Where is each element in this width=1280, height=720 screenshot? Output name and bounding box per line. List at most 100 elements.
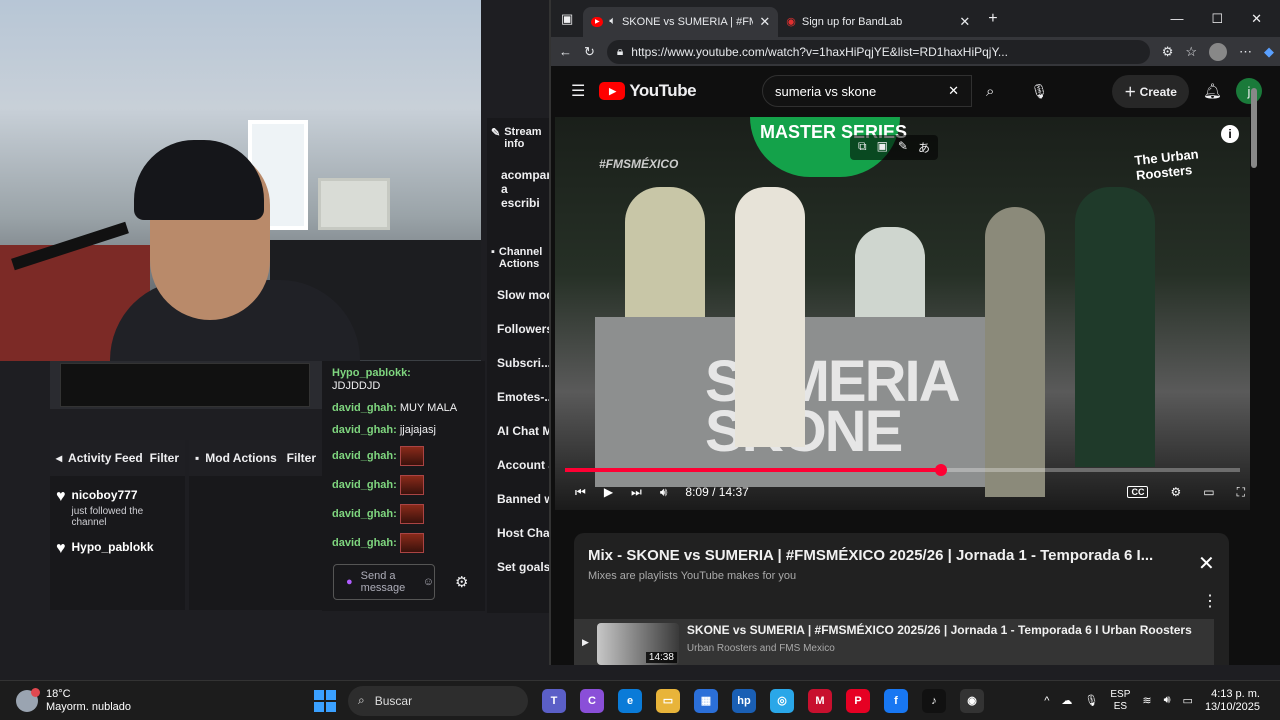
- playlist-title[interactable]: Mix - SKONE vs SUMERIA | #FMSMÉXICO 2025…: [588, 547, 1178, 564]
- slow-mode-item[interactable]: Slow mode: [487, 278, 550, 312]
- notes-icon[interactable]: ✎: [898, 139, 908, 156]
- language-indicator[interactable]: ESP ES: [1110, 689, 1130, 713]
- feed-item[interactable]: ♥ nicoboy777 just followed the channel: [50, 476, 185, 528]
- set-goals-item[interactable]: Set goals: [487, 550, 550, 584]
- banned-words-item[interactable]: Banned w: [487, 482, 550, 516]
- reload-icon[interactable]: ↻: [584, 44, 595, 60]
- next-icon[interactable]: ⏭: [631, 485, 642, 500]
- chat-user[interactable]: david_ghah:: [332, 450, 397, 462]
- progress-bar[interactable]: [565, 464, 1240, 476]
- voice-search-icon[interactable]: 🎙︎: [1030, 83, 1048, 100]
- cloud-icon[interactable]: ☁: [1061, 694, 1072, 707]
- teams-icon[interactable]: T: [542, 688, 566, 713]
- profile-icon[interactable]: [1209, 42, 1227, 61]
- copilot-icon[interactable]: ◆: [1264, 44, 1274, 60]
- chat-message: david_ghah: jjajajasj: [332, 424, 475, 437]
- weather-widget[interactable]: 18°C Mayorm. nublado: [0, 687, 300, 714]
- mcafee-icon[interactable]: M: [808, 688, 832, 713]
- file-explorer-icon[interactable]: ▭: [656, 688, 680, 713]
- chat-user[interactable]: Hypo_pablokk:: [332, 367, 411, 379]
- new-tab-icon[interactable]: +: [978, 10, 1007, 28]
- chevron-up-icon[interactable]: ^: [1044, 695, 1049, 707]
- tab-actions-icon[interactable]: ▣: [551, 11, 583, 27]
- copilot-icon[interactable]: C: [580, 688, 604, 713]
- capture-icon[interactable]: ▣: [877, 139, 888, 156]
- theater-icon[interactable]: ▭: [1203, 485, 1214, 499]
- account-item[interactable]: Account a: [487, 448, 550, 482]
- bell-icon[interactable]: 🔔︎: [1203, 82, 1222, 100]
- tiktok-icon[interactable]: ♪: [922, 688, 946, 713]
- taskbar-search[interactable]: ⌕ Buscar: [348, 685, 528, 716]
- play-icon[interactable]: ▶: [604, 485, 613, 499]
- emoji-icon[interactable]: ☺: [423, 576, 434, 588]
- feed-item[interactable]: ♥ Hypo_pablokk: [50, 528, 185, 558]
- mod-filter-button[interactable]: Filter: [287, 451, 316, 465]
- progress-fill: [565, 468, 941, 472]
- facebook-icon[interactable]: f: [884, 688, 908, 713]
- pinterest-icon[interactable]: P: [846, 688, 870, 713]
- chat-input[interactable]: ● Send a message ☺: [333, 564, 435, 600]
- settings-icon[interactable]: ⚙: [1170, 485, 1181, 499]
- close-tab-icon[interactable]: ✕: [959, 14, 970, 30]
- battery-icon[interactable]: ▭: [1183, 694, 1193, 707]
- close-icon[interactable]: ✕: [1198, 551, 1215, 576]
- obs-icon[interactable]: ◉: [960, 688, 984, 713]
- chat-user[interactable]: david_ghah:: [332, 508, 397, 520]
- progress-knob[interactable]: [934, 464, 947, 476]
- url-field[interactable]: 🔒︎ https://www.youtube.com/watch?v=1haxH…: [606, 39, 1150, 64]
- clock[interactable]: 4:13 p. m. 13/10/2025: [1205, 688, 1260, 714]
- volume-icon[interactable]: 🔊︎: [660, 485, 668, 500]
- store-icon[interactable]: ▦: [694, 688, 718, 713]
- tab-bandlab[interactable]: ◉ Sign up for BandLab ✕: [778, 7, 978, 37]
- more-icon[interactable]: ⋯: [1239, 44, 1252, 60]
- favorites-icon[interactable]: ☆: [1185, 44, 1197, 60]
- chrome-icon[interactable]: ◎: [770, 688, 794, 713]
- captions-icon[interactable]: CC: [1127, 486, 1149, 498]
- edge-icon[interactable]: e: [618, 688, 642, 713]
- previous-icon[interactable]: ⏮: [575, 485, 586, 500]
- speaker-icon[interactable]: 🔈︎: [609, 15, 616, 28]
- search-input[interactable]: sumeria vs skone ✕: [762, 75, 973, 107]
- tab-youtube[interactable]: ▶ 🔈︎ SKONE vs SUMERIA | #FMSM ✕: [583, 6, 779, 37]
- emotes-item[interactable]: Emotes-...: [487, 380, 550, 414]
- pip-icon[interactable]: ⧉: [858, 139, 867, 156]
- volume-tray-icon[interactable]: 🔊︎: [1164, 694, 1171, 707]
- close-window-icon[interactable]: ✕: [1251, 11, 1262, 27]
- fullscreen-icon[interactable]: ⛶: [1237, 485, 1245, 500]
- hp-icon[interactable]: hp: [732, 688, 756, 713]
- extensions-icon[interactable]: ⚙: [1162, 44, 1174, 60]
- mic-tray-icon[interactable]: 🎙︎: [1084, 694, 1098, 707]
- page-scrollbar[interactable]: [1251, 70, 1259, 650]
- scrollbar-thumb[interactable]: [1251, 88, 1257, 168]
- minimize-icon[interactable]: —: [1170, 11, 1183, 27]
- chat-user[interactable]: david_ghah:: [332, 402, 397, 414]
- translate-icon[interactable]: あ: [918, 139, 930, 156]
- wifi-icon[interactable]: ≋: [1142, 694, 1151, 707]
- chat-user[interactable]: david_ghah:: [332, 479, 397, 491]
- search-icon[interactable]: ⌕: [986, 83, 994, 100]
- activity-filter-button[interactable]: Filter: [150, 451, 179, 465]
- subscribers-item[interactable]: Subscri...: [487, 346, 550, 380]
- info-icon[interactable]: i: [1221, 125, 1239, 143]
- mod-actions-icon: ▪: [195, 451, 200, 465]
- host-channel-item[interactable]: Host Cha: [487, 516, 550, 550]
- video-player[interactable]: MASTER SERIES #FMSMÉXICO The Urban Roost…: [555, 117, 1250, 510]
- more-vert-icon[interactable]: ⋮: [1202, 591, 1218, 611]
- maximize-icon[interactable]: ☐: [1211, 11, 1223, 27]
- playlist-thumbnail[interactable]: 14:38: [596, 623, 679, 665]
- chat-message: david_ghah:: [332, 475, 475, 495]
- chat-user[interactable]: david_ghah:: [332, 537, 397, 549]
- clear-search-icon[interactable]: ✕: [948, 83, 959, 99]
- gear-icon[interactable]: ⚙: [455, 573, 468, 591]
- playlist-item[interactable]: ▶ 14:38 SKONE vs SUMERIA | #FMSMÉXICO 20…: [574, 619, 1214, 665]
- close-tab-icon[interactable]: ✕: [759, 14, 770, 30]
- windows-start-icon[interactable]: [314, 689, 336, 712]
- followers-item[interactable]: Followers: [487, 312, 550, 346]
- mic-icon[interactable]: ●: [346, 576, 353, 588]
- back-icon[interactable]: ←: [559, 44, 572, 59]
- menu-icon[interactable]: ☰: [571, 81, 585, 101]
- youtube-logo[interactable]: ▶ YouTube: [599, 81, 697, 101]
- ai-moderation-item[interactable]: AI Chat Moderation: [487, 414, 550, 448]
- create-button[interactable]: ＋ Create: [1112, 74, 1189, 108]
- chat-user[interactable]: david_ghah:: [332, 424, 397, 436]
